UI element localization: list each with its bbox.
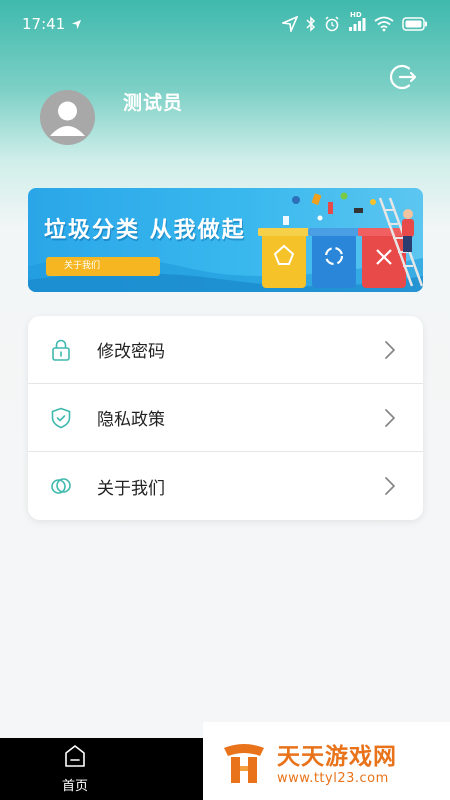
wifi-icon [374,16,394,32]
settings-menu: 修改密码 隐私政策 关于我们 [28,316,423,520]
watermark-title: 天天游戏网 [277,744,397,770]
banner-title: 垃圾分类 从我做起 [44,218,246,243]
nav-home-tab[interactable]: 首页 [52,744,98,796]
signal-group: HD [348,11,366,32]
hd-label: HD [350,11,362,19]
status-bar: 17:41 HD [0,0,450,48]
watermark-logo [224,744,264,783]
home-icon [65,745,85,767]
user-avatar-icon [50,101,85,136]
avatar[interactable] [40,90,95,145]
lock-icon [52,339,70,361]
bluetooth-icon [306,16,316,32]
menu-item-label: 关于我们 [97,478,165,499]
menu-item-privacy-policy[interactable]: 隐私政策 [28,384,423,452]
status-left: 17:41 [22,15,82,33]
nav-home-label: 首页 [61,779,88,794]
menu-item-label: 修改密码 [97,342,165,362]
username: 测试员 [123,92,184,114]
watermark-url: www.ttyl23.com [277,771,389,786]
logout-icon [389,64,417,90]
garbage-sorting-banner[interactable]: 垃圾分类 从我做起 关于我们 [28,188,423,292]
site-watermark: 天天游戏网 www.ttyl23.com [203,722,450,800]
location-arrow-icon [282,16,298,32]
alarm-icon [325,16,339,32]
battery-icon [402,17,427,31]
menu-item-change-password[interactable]: 修改密码 [28,316,423,384]
chevron-right-icon [385,477,395,495]
menu-item-label: 隐私政策 [97,410,165,430]
banner-about-button[interactable]: 关于我们 [46,257,160,276]
chevron-right-icon [385,341,395,359]
status-right: HD [282,11,428,32]
location-small-icon [72,19,82,29]
menu-item-about-us[interactable]: 关于我们 [28,452,423,520]
overlap-circles-icon [51,478,71,494]
logout-button[interactable] [388,62,418,92]
shield-check-icon [51,407,71,429]
bottom-nav: 首页 [0,738,203,800]
chevron-right-icon [385,409,395,427]
status-time: 17:41 [22,15,66,33]
